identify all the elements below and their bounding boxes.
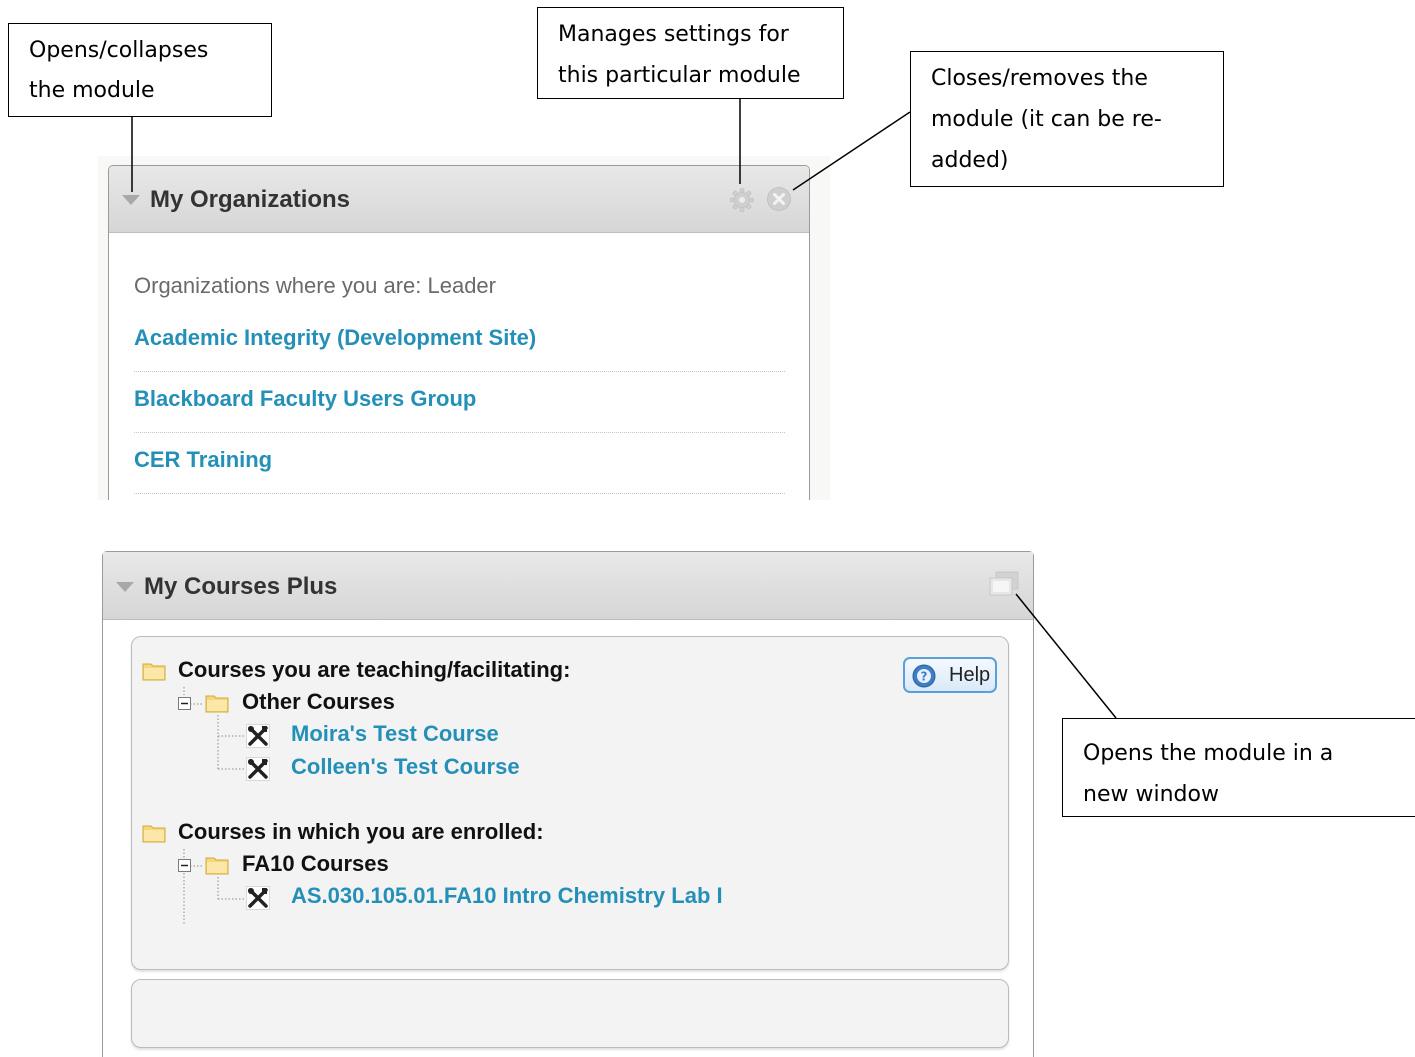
course-link[interactable]: Colleen's Test Course	[291, 754, 520, 780]
callout-text: Closes/removes the	[931, 66, 1148, 91]
close-icon[interactable]	[766, 186, 792, 212]
organization-link[interactable]: Academic Integrity (Development Site)	[134, 311, 785, 372]
my-organizations-module: My Organizations Organizations where you…	[108, 165, 810, 500]
module-title: My Organizations	[150, 186, 351, 213]
help-label: Help	[949, 664, 991, 686]
folder-icon	[205, 695, 229, 713]
tree-group-label: FA10 Courses	[242, 851, 389, 876]
callout-text: Opens the module in a	[1083, 741, 1334, 766]
callout-text: Manages settings for	[558, 22, 789, 47]
help-icon: ?	[912, 664, 936, 688]
collapse-tree-icon[interactable]	[178, 859, 192, 873]
callout-new-window: Opens the module in a new window	[1062, 718, 1415, 817]
my-courses-plus-module: My Courses Plus Courses you are teaching…	[102, 551, 1034, 1057]
module-body: Organizations where you are: Leader Acad…	[109, 273, 809, 494]
svg-text:?: ?	[921, 670, 928, 684]
module-title: My Courses Plus	[144, 573, 338, 600]
folder-icon	[142, 663, 166, 681]
tree-heading-label: Courses you are teaching/facilitating:	[178, 657, 571, 682]
callout-close: Closes/removes the module (it can be re-…	[910, 51, 1224, 187]
tree-group-label: Other Courses	[242, 689, 395, 714]
callout-text: the module	[29, 78, 155, 103]
gear-icon[interactable]	[729, 187, 755, 213]
collapse-tree-icon[interactable]	[178, 697, 192, 711]
tools-icon	[246, 757, 270, 781]
course-link[interactable]: Moira's Test Course	[291, 721, 499, 747]
help-button[interactable]: ? Help	[903, 657, 997, 693]
callout-settings: Manages settings for this particular mod…	[537, 7, 844, 99]
collapse-arrow-icon[interactable]	[116, 582, 134, 592]
folder-icon	[205, 857, 229, 875]
callout-text: added)	[931, 148, 1009, 173]
tools-icon	[246, 886, 270, 910]
new-window-icon[interactable]	[988, 570, 1020, 598]
tree-connector-lines	[183, 687, 244, 924]
callout-collapse: Opens/collapses the module	[8, 23, 272, 117]
organization-link[interactable]: CER Training	[134, 433, 785, 494]
tree-heading-label: Courses in which you are enrolled:	[178, 819, 544, 844]
collapse-arrow-icon[interactable]	[122, 195, 140, 205]
tools-icon	[246, 724, 270, 748]
module-header: My Courses Plus	[103, 552, 1033, 620]
callout-text: Opens/collapses	[29, 38, 209, 63]
callout-text: module (it can be re-	[931, 107, 1162, 132]
callout-text: new window	[1083, 782, 1219, 807]
organization-link[interactable]: Blackboard Faculty Users Group	[134, 372, 785, 433]
module-header: My Organizations	[109, 166, 809, 233]
courses-panel: Courses you are teaching/facilitating: O…	[131, 636, 1009, 970]
course-link[interactable]: AS.030.105.01.FA10 Intro Chemistry Lab I	[291, 883, 723, 909]
empty-panel	[131, 979, 1009, 1048]
role-label: Organizations where you are: Leader	[134, 273, 496, 298]
folder-icon	[142, 825, 166, 843]
callout-text: this particular module	[558, 63, 801, 88]
